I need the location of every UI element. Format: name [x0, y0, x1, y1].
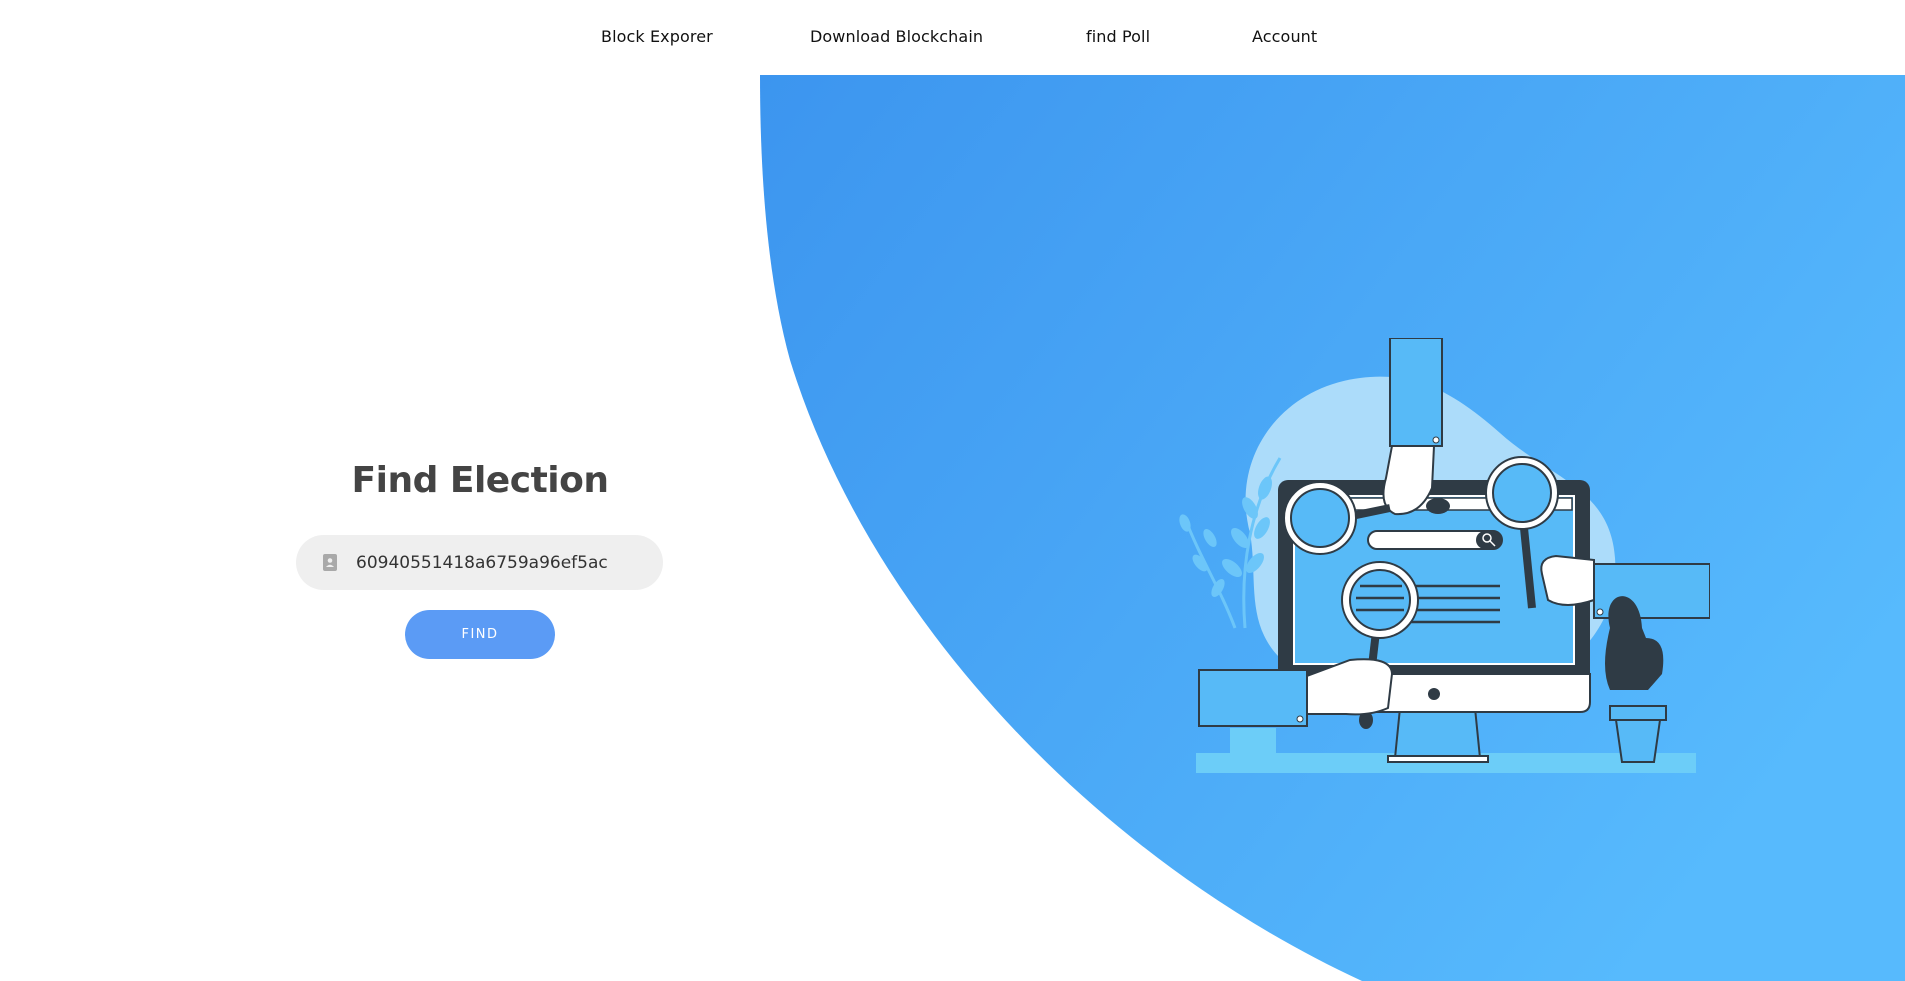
desk-block — [1230, 728, 1276, 758]
nav-link-account[interactable]: Account — [1252, 27, 1317, 46]
form-title: Find Election — [351, 460, 609, 501]
nav-link-block-explorer[interactable]: Block Exporer — [601, 27, 713, 46]
nav-link-find-poll[interactable]: find Poll — [1086, 27, 1150, 46]
cactus-pot — [1605, 596, 1667, 763]
page: Block Exporer Download Blockchain find P… — [0, 0, 1905, 981]
top-navigation: Block Exporer Download Blockchain find P… — [0, 0, 1905, 75]
nav-link-download-blockchain[interactable]: Download Blockchain — [810, 27, 983, 46]
find-button[interactable]: FIND — [405, 610, 555, 659]
computer-search-illustration — [1179, 338, 1710, 773]
id-card-icon — [323, 554, 337, 571]
election-id-input[interactable] — [356, 535, 651, 590]
election-id-input-wrapper[interactable] — [296, 535, 663, 590]
